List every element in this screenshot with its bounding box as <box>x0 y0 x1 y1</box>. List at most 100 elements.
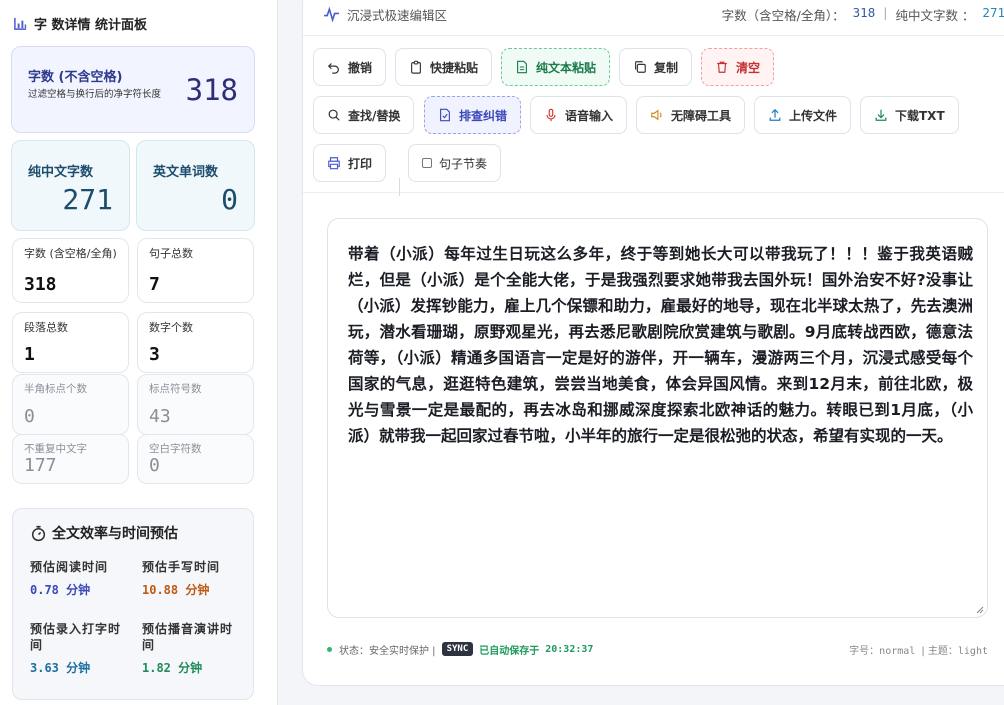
sync-badge: SYNC <box>441 642 474 656</box>
stat-card: 句子总数 7 <box>137 238 254 303</box>
stat-card: 字数 (含空格/全角) 318 <box>12 238 129 303</box>
stat-value: 43 <box>149 406 171 427</box>
plain-paste-button[interactable]: 纯文本粘贴 <box>501 48 611 86</box>
estimate-label: 预估手写时间 <box>142 560 221 574</box>
editor-title-text: 沉浸式极速编辑区 <box>347 8 448 23</box>
upload-icon <box>769 108 781 121</box>
stat-label: 空白字符数 <box>149 443 202 455</box>
find-replace-button[interactable]: 查找/替换 <box>313 96 415 134</box>
char-count-card: 字数 (不含空格) 过滤空格与换行后的净字符长度 318 <box>11 46 255 133</box>
stat-value: 3 <box>149 344 160 365</box>
char-count-label: 字数 (不含空格) <box>28 70 123 85</box>
stopwatch-icon <box>31 525 46 541</box>
efficiency-title-text: 全文效率与时间预估 <box>52 526 178 542</box>
stat-label: 数字个数 <box>149 321 193 334</box>
font-size-label: 字号： <box>849 646 880 657</box>
cn-chars-value: 271 <box>62 183 113 216</box>
stat-card: 不重复中文字 177 <box>12 434 129 484</box>
status-bar: 状态：安全实时保护 | SYNC 已自动保存于 20:32:37 字号：norm… <box>327 639 988 659</box>
app-root: 字 数详情 统计面板 字数 (不含空格) 过滤空格与换行后的净字符长度 318 … <box>0 0 1004 705</box>
editor-text[interactable]: 带着（小派）每年过生日玩这么多年，终于等到她长大可以带我玩了！！！鉴于我英语贼烂… <box>348 241 973 449</box>
efficiency-title: 全文效率与时间预估 <box>30 523 178 543</box>
cn-count-value: 271 <box>982 5 1004 20</box>
toolbar-divider <box>399 178 400 196</box>
editor-topbar: 沉浸式极速编辑区 字数（含空格/全角）： 318 | 纯中文字数 ： 271 <box>303 1 1004 35</box>
cn-chars-card: 纯中文字数 271 <box>11 140 130 231</box>
stat-label: 半角标点个数 <box>24 383 87 395</box>
saved-time: 20:32:37 <box>545 643 594 655</box>
stat-card: 标点符号数 43 <box>137 374 254 435</box>
en-words-value: 0 <box>221 183 238 216</box>
status-dot-icon <box>327 646 332 652</box>
stat-card: 半角标点个数 0 <box>12 374 129 435</box>
trash-icon <box>717 61 727 73</box>
editor-toolbar: 撤销 快捷粘贴 纯文本粘贴 复制 清空 查找/替换 排查纠错 语音输入 无障碍工… <box>303 35 1004 196</box>
char-count-desc: 过滤空格与换行后的净字符长度 <box>28 89 162 100</box>
estimate-item: 预估录入打字时间 3.63 分钟 <box>30 621 130 676</box>
proofread-button[interactable]: 排查纠错 <box>424 96 522 134</box>
clear-button[interactable]: 清空 <box>701 48 775 86</box>
stat-card: 空白字符数 0 <box>137 434 254 484</box>
live-counts: 字数（含空格/全角）： 318 | 纯中文字数 ： 271 <box>722 5 1004 24</box>
search-icon <box>328 109 340 121</box>
count-separator: | <box>883 5 888 20</box>
copy-button[interactable]: 复制 <box>619 48 693 86</box>
theme-label: | 主题： <box>921 646 958 657</box>
stat-label: 字数 (含空格/全角) <box>24 247 117 260</box>
clipboard-icon <box>411 60 421 74</box>
status-text: 状态：安全实时保护 | <box>339 645 436 657</box>
estimate-value: 3.63 分钟 <box>30 661 91 675</box>
microphone-icon <box>546 108 556 122</box>
stat-card: 数字个数 3 <box>137 312 254 373</box>
estimate-value: 1.82 分钟 <box>142 661 203 675</box>
speaker-icon <box>651 109 662 121</box>
pulse-icon <box>324 6 339 23</box>
stat-value: 318 <box>24 274 57 295</box>
estimate-label: 预估阅读时间 <box>30 560 109 574</box>
undo-button[interactable]: 撤销 <box>313 48 387 86</box>
stat-label: 句子总数 <box>149 247 193 260</box>
editor-panel: 沉浸式极速编辑区 字数（含空格/全角）： 318 | 纯中文字数 ： 271 撤… <box>302 0 1004 686</box>
efficiency-card: 全文效率与时间预估 预估阅读时间 0.78 分钟 预估手写时间 10.88 分钟… <box>12 508 254 700</box>
copy-icon <box>635 61 646 73</box>
sidebar-title: 字 数详情 统计面板 <box>13 14 147 33</box>
resize-grip-icon[interactable] <box>975 605 984 614</box>
editor-title: 沉浸式极速编辑区 <box>323 5 447 24</box>
estimate-label: 预估播音演讲时间 <box>142 622 234 652</box>
en-words-label: 英文单词数 <box>153 165 219 180</box>
saved-label: 已自动保存于 <box>479 645 540 657</box>
upload-file-button[interactable]: 上传文件 <box>754 96 852 134</box>
count-value: 318 <box>852 5 876 20</box>
download-txt-button[interactable]: 下载TXT <box>860 96 959 134</box>
font-size-value: normal <box>879 646 916 657</box>
estimate-label: 预估录入打字时间 <box>30 622 122 652</box>
voice-input-button[interactable]: 语音输入 <box>530 96 628 134</box>
estimate-value: 10.88 分钟 <box>142 583 210 597</box>
download-icon <box>875 109 887 121</box>
stat-value: 177 <box>24 455 57 476</box>
text-editor[interactable]: 带着（小派）每年过生日玩这么多年，终于等到她长大可以带我玩了！！！鉴于我英语贼烂… <box>327 218 988 618</box>
theme-value: light <box>957 646 988 657</box>
undo-icon <box>327 63 339 74</box>
printer-icon <box>328 157 340 170</box>
bar-chart-icon <box>14 17 27 30</box>
sidebar-title-text: 字 数详情 统计面板 <box>34 18 148 33</box>
sentence-rhythm-toggle[interactable]: 句子节奏 <box>408 144 502 182</box>
cn-count-label: 纯中文字数 ： <box>895 8 975 23</box>
estimate-value: 0.78 分钟 <box>30 583 91 597</box>
sentence-rhythm-checkbox[interactable] <box>422 158 432 168</box>
file-text-icon <box>517 60 527 74</box>
estimate-item: 预估手写时间 10.88 分钟 <box>142 559 247 598</box>
stats-sidebar: 字 数详情 统计面板 字数 (不含空格) 过滤空格与换行后的净字符长度 318 … <box>0 0 278 705</box>
count-label: 字数（含空格/全角）： <box>721 8 845 23</box>
file-check-icon <box>440 108 450 122</box>
accessibility-button[interactable]: 无障碍工具 <box>636 96 746 134</box>
estimate-item: 预估阅读时间 0.78 分钟 <box>30 559 135 598</box>
stat-value: 0 <box>149 455 160 476</box>
stat-value: 7 <box>149 274 160 295</box>
status-settings: 字号：normal | 主题：light <box>849 642 988 657</box>
estimate-item: 预估播音演讲时间 1.82 分钟 <box>142 621 242 676</box>
print-button[interactable]: 打印 <box>313 144 387 182</box>
stat-card: 段落总数 1 <box>12 312 129 373</box>
quick-paste-button[interactable]: 快捷粘贴 <box>395 48 493 86</box>
